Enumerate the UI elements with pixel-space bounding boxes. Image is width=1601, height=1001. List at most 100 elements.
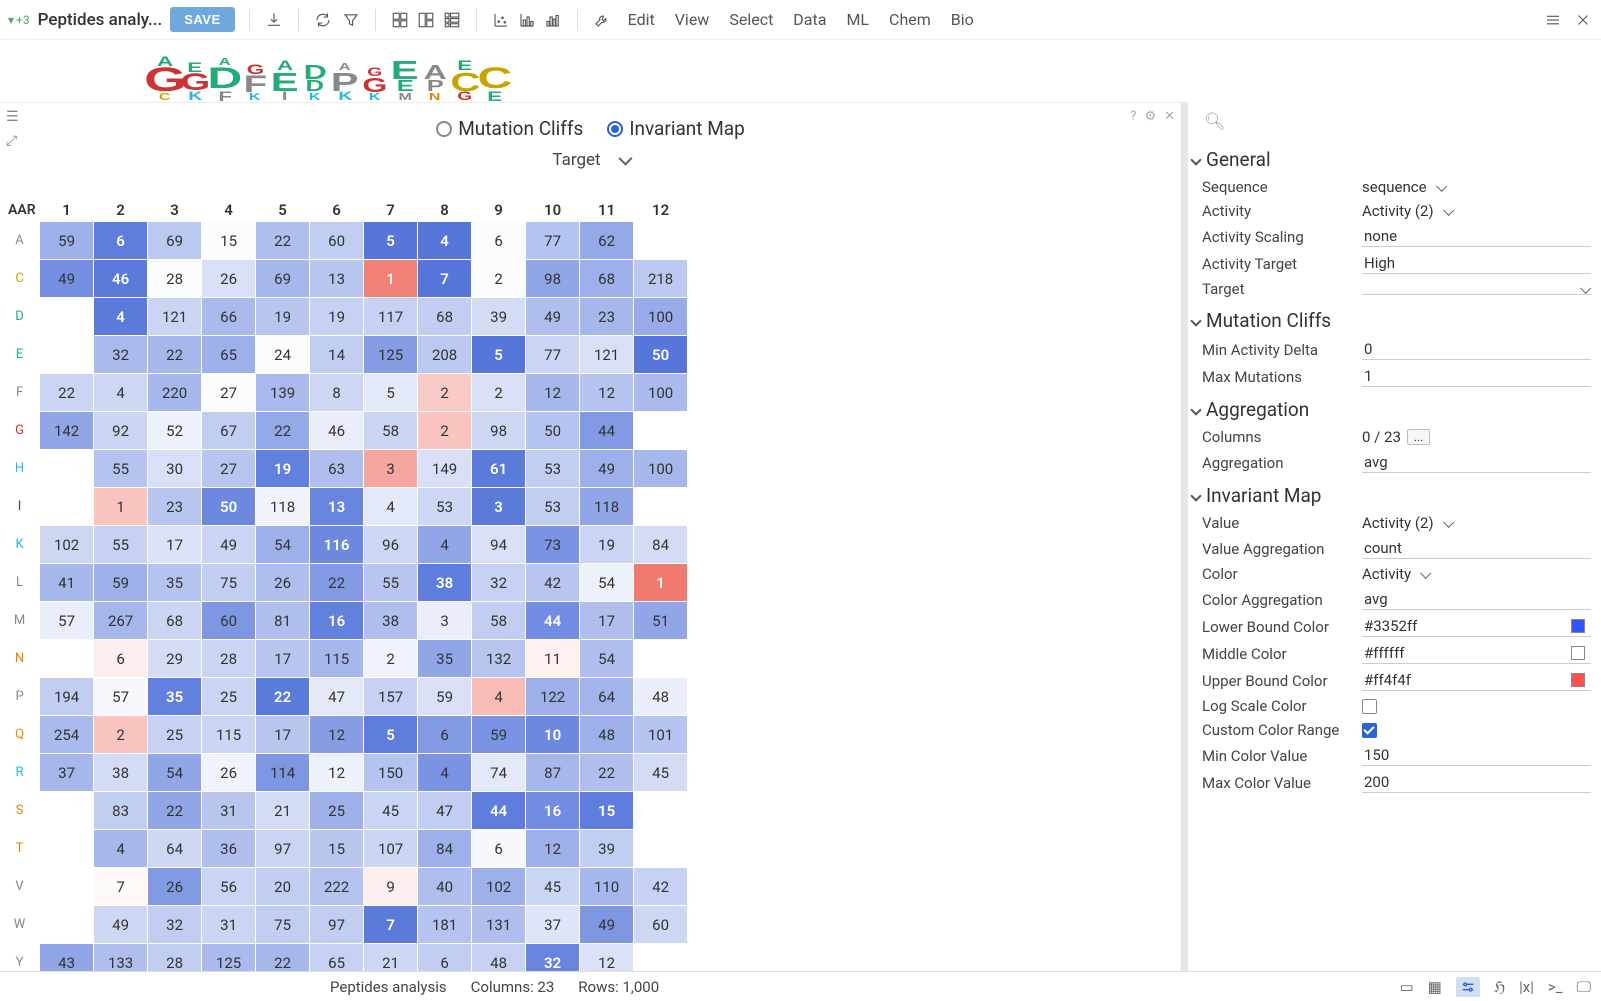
columns-picker-button[interactable]: ... [1407, 429, 1431, 445]
heatmap-cell[interactable]: 125 [364, 336, 418, 374]
heatmap-cell[interactable]: 4 [364, 488, 418, 526]
expand-icon[interactable]: ⤢ [6, 133, 19, 149]
sb-layout2-icon[interactable]: ▦ [1428, 978, 1442, 996]
heatmap-cell[interactable]: 54 [148, 754, 202, 792]
heatmap-cell[interactable] [40, 450, 94, 488]
heatmap-cell[interactable] [634, 944, 688, 972]
heatmap-cell[interactable]: 47 [418, 792, 472, 830]
help-icon[interactable]: ? [1130, 109, 1136, 124]
heatmap-cell[interactable]: 37 [526, 906, 580, 944]
heatmap-cell[interactable]: 117 [364, 298, 418, 336]
prop-middle-color[interactable]: #ffffff [1362, 643, 1591, 664]
heatmap-cell[interactable]: 12 [310, 716, 364, 754]
heatmap-cell[interactable]: 118 [580, 488, 634, 526]
heatmap-cell[interactable]: 6 [94, 640, 148, 678]
prop-value[interactable]: Activity (2) [1362, 514, 1591, 532]
heatmap-cell[interactable]: 122 [526, 678, 580, 716]
heatmap-cell[interactable]: 19 [256, 298, 310, 336]
heatmap-cell[interactable]: 65 [202, 336, 256, 374]
chevron-down-icon[interactable] [618, 152, 632, 166]
section-mutation-cliffs[interactable]: Mutation Cliffs [1192, 303, 1591, 336]
heatmap-cell[interactable]: 1 [94, 488, 148, 526]
heatmap-cell[interactable]: 17 [580, 602, 634, 640]
prop-sequence[interactable]: sequence [1362, 178, 1591, 196]
heatmap-cell[interactable]: 100 [634, 450, 688, 488]
heatmap-cell[interactable]: 50 [526, 412, 580, 450]
heatmap-cell[interactable]: 63 [310, 450, 364, 488]
heatmap-cell[interactable]: 32 [94, 336, 148, 374]
heatmap-cell[interactable] [634, 488, 688, 526]
heatmap-cell[interactable]: 5 [364, 374, 418, 412]
heatmap-cell[interactable]: 5 [364, 716, 418, 754]
heatmap-cell[interactable]: 97 [256, 830, 310, 868]
chart-scatter-icon[interactable] [491, 10, 511, 30]
heatmap-cell[interactable]: 17 [256, 640, 310, 678]
heatmap-cell[interactable]: 1 [364, 260, 418, 298]
heatmap-cell[interactable]: 21 [256, 792, 310, 830]
heatmap-cell[interactable]: 55 [364, 564, 418, 602]
heatmap-cell[interactable]: 45 [364, 792, 418, 830]
menu-chem[interactable]: Chem [889, 10, 931, 29]
section-invariant-map[interactable]: Invariant Map [1192, 478, 1591, 511]
heatmap-cell[interactable]: 12 [580, 374, 634, 412]
heatmap-cell[interactable]: 57 [40, 602, 94, 640]
heatmap-cell[interactable]: 16 [526, 792, 580, 830]
heatmap-cell[interactable]: 4 [418, 754, 472, 792]
heatmap-cell[interactable]: 53 [526, 450, 580, 488]
heatmap-cell[interactable]: 220 [148, 374, 202, 412]
prop-target[interactable] [1362, 284, 1591, 295]
heatmap-cell[interactable]: 39 [580, 830, 634, 868]
hamburger-icon[interactable] [1543, 10, 1563, 30]
heatmap-cell[interactable]: 59 [94, 564, 148, 602]
heatmap-cell[interactable]: 194 [40, 678, 94, 716]
heatmap-cell[interactable]: 267 [94, 602, 148, 640]
heatmap-cell[interactable]: 9 [364, 868, 418, 906]
heatmap-cell[interactable]: 15 [310, 830, 364, 868]
heatmap-cell[interactable]: 32 [148, 906, 202, 944]
heatmap-cell[interactable] [40, 298, 94, 336]
heatmap-cell[interactable]: 58 [364, 412, 418, 450]
heatmap-cell[interactable]: 75 [202, 564, 256, 602]
heatmap-cell[interactable]: 28 [202, 640, 256, 678]
heatmap-cell[interactable]: 6 [94, 222, 148, 260]
project-title[interactable]: Peptides analy... [38, 10, 163, 30]
heatmap-cell[interactable]: 97 [310, 906, 364, 944]
gear-icon[interactable]: ⚙ [1144, 109, 1156, 124]
prop-max-mutations[interactable]: 1 [1362, 366, 1591, 387]
heatmap-cell[interactable]: 52 [148, 412, 202, 450]
sb-console-icon[interactable]: >_ [1548, 978, 1563, 996]
heatmap-cell[interactable]: 26 [202, 260, 256, 298]
log-scale-checkbox[interactable] [1362, 699, 1377, 714]
heatmap-cell[interactable]: 54 [580, 564, 634, 602]
heatmap-cell[interactable]: 4 [418, 222, 472, 260]
heatmap-cell[interactable]: 12 [580, 944, 634, 972]
heatmap-cell[interactable]: 35 [148, 678, 202, 716]
heatmap-cell[interactable]: 62 [580, 222, 634, 260]
heatmap-cell[interactable]: 50 [634, 336, 688, 374]
heatmap-cell[interactable]: 35 [418, 640, 472, 678]
heatmap-cell[interactable]: 30 [148, 450, 202, 488]
heatmap-cell[interactable]: 22 [256, 412, 310, 450]
heatmap-cell[interactable]: 60 [310, 222, 364, 260]
sb-presentation-icon[interactable]: 🖵 [1577, 978, 1591, 996]
heatmap-cell[interactable]: 2 [94, 716, 148, 754]
prop-aggregation[interactable]: avg [1362, 452, 1591, 473]
heatmap-cell[interactable] [634, 640, 688, 678]
heatmap-cell[interactable]: 58 [472, 602, 526, 640]
heatmap-cell[interactable]: 25 [202, 678, 256, 716]
heatmap-cell[interactable] [40, 488, 94, 526]
heatmap-cell[interactable]: 7 [94, 868, 148, 906]
heatmap-cell[interactable]: 38 [364, 602, 418, 640]
heatmap-cell[interactable]: 36 [202, 830, 256, 868]
heatmap-cell[interactable]: 73 [526, 526, 580, 564]
heatmap-cell[interactable]: 3 [418, 602, 472, 640]
prop-max-color-value[interactable]: 200 [1362, 772, 1591, 793]
heatmap-cell[interactable]: 48 [634, 678, 688, 716]
save-button[interactable]: SAVE [170, 7, 234, 32]
section-aggregation[interactable]: Aggregation [1192, 392, 1591, 425]
download-icon[interactable] [264, 10, 284, 30]
heatmap-cell[interactable]: 26 [202, 754, 256, 792]
menu-ml[interactable]: ML [846, 10, 869, 29]
chart-bar-icon[interactable] [517, 10, 537, 30]
heatmap-cell[interactable]: 142 [40, 412, 94, 450]
